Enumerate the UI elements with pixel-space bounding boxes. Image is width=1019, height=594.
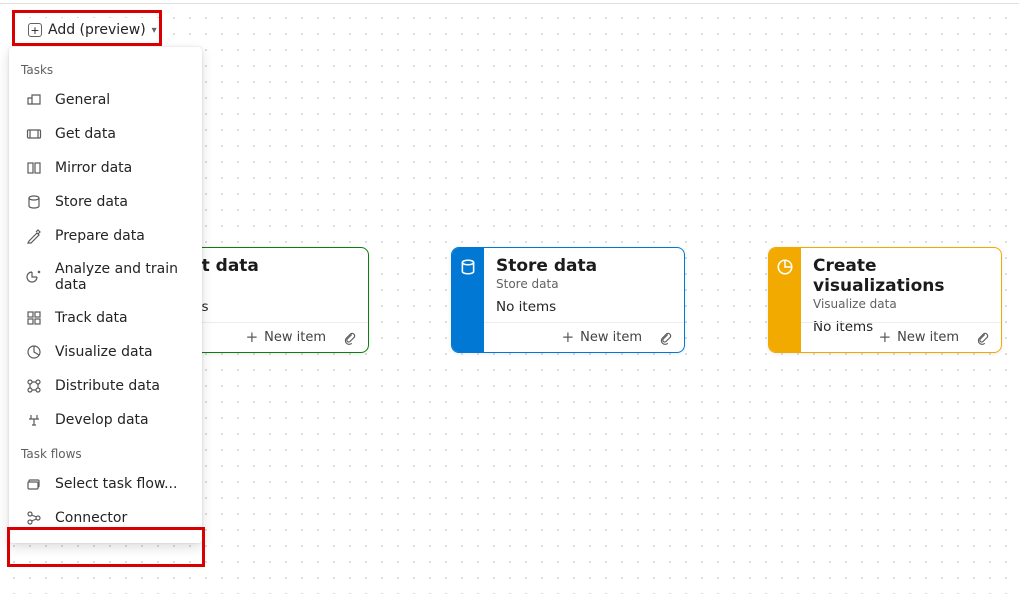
menu-item-label: Visualize data bbox=[55, 344, 153, 360]
card-subtitle: Store data bbox=[496, 277, 672, 291]
chevron-down-icon: ▾ bbox=[152, 25, 157, 36]
get-data-icon bbox=[25, 125, 43, 143]
menu-item-prepare-data[interactable]: Prepare data bbox=[9, 219, 202, 253]
menu-item-label: Track data bbox=[55, 310, 128, 326]
menu-item-develop-data[interactable]: Develop data bbox=[9, 403, 202, 437]
add-dropdown: Tasks General Get data Mirror data Store… bbox=[9, 47, 202, 543]
menu-item-label: Connector bbox=[55, 510, 127, 526]
analyze-data-icon bbox=[25, 268, 43, 286]
new-item-button[interactable]: + New item bbox=[238, 327, 334, 348]
pie-icon bbox=[769, 248, 801, 352]
plus-icon: + bbox=[562, 330, 575, 345]
new-item-button[interactable]: + New item bbox=[871, 327, 967, 348]
track-data-icon bbox=[25, 309, 43, 327]
menu-item-label: Distribute data bbox=[55, 378, 160, 394]
menu-item-connector[interactable]: Connector bbox=[9, 501, 202, 535]
prepare-data-icon bbox=[25, 227, 43, 245]
new-item-label: New item bbox=[897, 330, 959, 345]
add-button[interactable]: + Add (preview) ▾ bbox=[20, 18, 165, 42]
attach-button[interactable] bbox=[971, 326, 995, 350]
general-icon bbox=[25, 91, 43, 109]
menu-item-analyze-data[interactable]: Analyze and train data bbox=[9, 253, 202, 301]
section-tasks-label: Tasks bbox=[9, 53, 202, 83]
menu-item-store-data[interactable]: Store data bbox=[9, 185, 202, 219]
new-item-label: New item bbox=[580, 330, 642, 345]
menu-item-mirror-data[interactable]: Mirror data bbox=[9, 151, 202, 185]
menu-item-label: Select task flow... bbox=[55, 476, 177, 492]
new-item-label: New item bbox=[264, 330, 326, 345]
visualize-data-icon bbox=[25, 343, 43, 361]
card-store-data[interactable]: Store data Store data No items + New ite… bbox=[451, 247, 685, 353]
attach-button[interactable] bbox=[338, 326, 362, 350]
menu-item-label: Prepare data bbox=[55, 228, 145, 244]
menu-item-get-data[interactable]: Get data bbox=[9, 117, 202, 151]
connector-icon bbox=[25, 509, 43, 527]
menu-item-label: Mirror data bbox=[55, 160, 132, 176]
menu-item-select-task-flow[interactable]: Select task flow... bbox=[9, 467, 202, 501]
select-flow-icon bbox=[25, 475, 43, 493]
menu-item-visualize-data[interactable]: Visualize data bbox=[9, 335, 202, 369]
mirror-data-icon bbox=[25, 159, 43, 177]
card-create-visualizations[interactable]: Create visualizations Visualize data No … bbox=[768, 247, 1002, 353]
card-title: ect data bbox=[180, 256, 356, 276]
attach-button[interactable] bbox=[654, 326, 678, 350]
menu-item-label: Store data bbox=[55, 194, 128, 210]
menu-item-label: Analyze and train data bbox=[55, 261, 190, 293]
menu-item-general[interactable]: General bbox=[9, 83, 202, 117]
store-data-icon bbox=[25, 193, 43, 211]
distribute-data-icon bbox=[25, 377, 43, 395]
card-title: Store data bbox=[496, 256, 672, 276]
add-button-label: Add (preview) bbox=[48, 22, 146, 38]
plus-icon: + bbox=[879, 330, 892, 345]
menu-item-label: Develop data bbox=[55, 412, 149, 428]
menu-item-label: Get data bbox=[55, 126, 116, 142]
card-subtitle: Visualize data bbox=[813, 297, 989, 311]
menu-item-distribute-data[interactable]: Distribute data bbox=[9, 369, 202, 403]
card-noitems: ems bbox=[180, 299, 356, 315]
section-flows-label: Task flows bbox=[9, 437, 202, 467]
develop-data-icon bbox=[25, 411, 43, 429]
new-item-button[interactable]: + New item bbox=[554, 327, 650, 348]
card-noitems: No items bbox=[496, 299, 672, 315]
menu-item-label: General bbox=[55, 92, 110, 108]
menu-item-track-data[interactable]: Track data bbox=[9, 301, 202, 335]
card-title: Create visualizations bbox=[813, 256, 989, 296]
plus-icon: + bbox=[28, 23, 42, 37]
cylinder-icon bbox=[452, 248, 484, 352]
plus-icon: + bbox=[246, 330, 259, 345]
card-subtitle: ta bbox=[180, 277, 356, 291]
